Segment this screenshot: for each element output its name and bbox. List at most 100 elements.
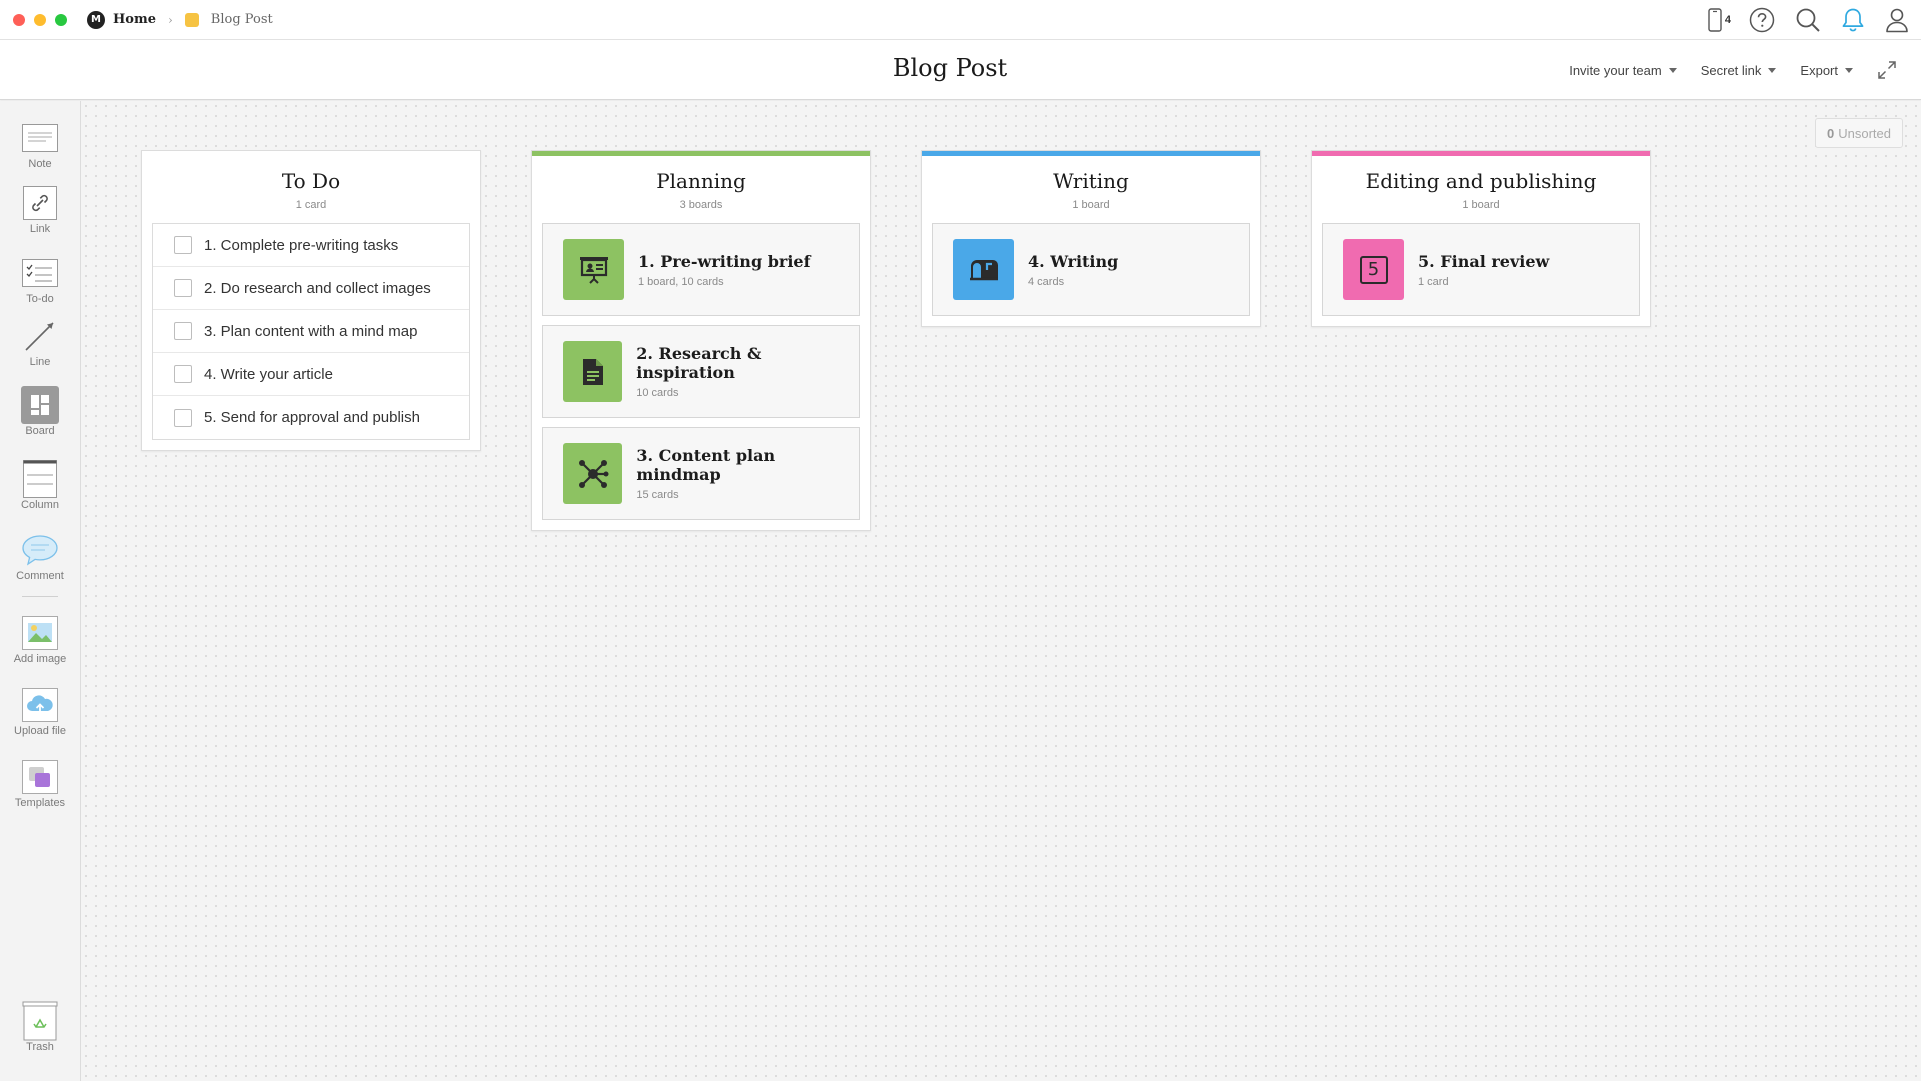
todo-checkbox[interactable] [174,236,192,254]
tool-upload-file[interactable]: Upload file [0,688,80,737]
board-card-title: 1. Pre-writing brief [638,251,811,271]
board-card-title: 2. Research & inspiration [636,344,762,382]
todo-item[interactable]: 2. Do research and collect images [153,267,469,310]
breadcrumb: M Home › Blog Post [87,10,273,29]
todo-item[interactable]: 3. Plan content with a mind map [153,310,469,353]
column-to-do[interactable]: To Do 1 card 1. Complete pre-writing tas… [141,150,481,451]
board-card-writing[interactable]: 4. Writing 4 cards [932,223,1250,316]
board-card-pre-writing-brief[interactable]: 1. Pre-writing brief 1 board, 10 cards [542,223,860,316]
expand-icon [1878,61,1896,79]
todo-text: 1. Complete pre-writing tasks [204,236,399,254]
tool-comment-label: Comment [16,570,64,582]
tool-line-label: Line [29,356,51,368]
note-icon [21,121,59,155]
todo-checkbox[interactable] [174,365,192,383]
number-five-icon: 5 [1343,239,1404,300]
tool-board[interactable]: Board [0,386,80,437]
milanote-logo-icon[interactable]: M [87,10,105,29]
comment-icon [21,533,59,567]
column-writing[interactable]: Writing 1 board 4. Writing 4 cards [921,150,1261,327]
todo-checkbox[interactable] [174,408,192,427]
chevron-right-icon: › [167,12,173,27]
maximize-window-button[interactable] [55,13,67,26]
title-bar: M Home › Blog Post 4 [0,0,1921,40]
unsorted-count: 0 [1827,125,1835,141]
caret-down-icon [1768,68,1777,73]
column-count: 3 boards [679,199,723,211]
column-editing-publishing[interactable]: Editing and publishing 1 board 5 5. Fina… [1311,150,1651,327]
mailbox-icon [953,239,1014,300]
tool-note[interactable]: Note [0,121,80,170]
todo-item[interactable]: 1. Complete pre-writing tasks [153,224,469,267]
column-title[interactable]: To Do [142,169,480,193]
column-title[interactable]: Writing [922,169,1260,193]
number-five-glyph: 5 [1359,255,1388,284]
caret-down-icon [1668,68,1677,73]
tool-line[interactable]: Line [0,319,80,368]
tool-templates[interactable]: Templates [0,760,80,809]
board-header: Blog Post Invite your team Secret link E… [0,40,1921,100]
column-title[interactable]: Editing and publishing [1312,169,1650,193]
export-dropdown[interactable]: Export [1800,63,1853,78]
tool-column[interactable]: Column [0,460,80,511]
tool-trash[interactable]: Trash [0,1001,80,1053]
invite-team-label: Invite your team [1569,62,1662,78]
board-card-title: 4. Writing [1028,251,1119,271]
todo-icon [21,256,59,290]
board-card-final-review[interactable]: 5 5. Final review 1 card [1322,223,1640,316]
board-card-meta: 1 card [1418,275,1449,288]
column-title[interactable]: Planning [532,169,870,193]
secret-link-dropdown[interactable]: Secret link [1701,63,1777,78]
image-icon [21,616,59,650]
board-card-meta: 4 cards [1028,275,1065,288]
search-icon [1796,8,1820,32]
mobile-app-button[interactable]: 4 [1708,0,1731,40]
left-toolbar: Note Link To-do Line Board Column Commen… [0,101,81,1081]
board-color-icon [184,12,199,27]
minimize-window-button[interactable] [34,13,46,26]
board-card-content-plan-mindmap[interactable]: 3. Content plan mindmap 15 cards [542,427,860,520]
board-card-title: 5. Final review [1418,251,1550,271]
board-icon [21,386,59,424]
tool-add-image-label: Add image [13,653,67,665]
tool-link[interactable]: Link [0,186,80,235]
tool-board-label: Board [25,425,55,437]
export-label: Export [1800,62,1838,78]
account-button[interactable] [1885,0,1909,40]
board-card-research-inspiration[interactable]: 2. Research & inspiration 10 cards [542,325,860,418]
column-planning[interactable]: Planning 3 boards 1. Pre-writing brief 1… [531,150,871,531]
fullscreen-button[interactable] [1877,60,1897,80]
column-count: 1 board [1072,199,1110,211]
board-card-meta: 1 board, 10 cards [638,275,724,288]
todo-checkbox[interactable] [174,322,192,340]
window-controls [13,13,67,26]
bell-icon [1842,8,1864,32]
board-card-meta: 15 cards [636,489,679,501]
trash-icon [21,1001,59,1041]
breadcrumb-current-board[interactable]: Blog Post [211,12,273,27]
user-icon [1886,8,1908,33]
tool-comment[interactable]: Comment [0,533,80,582]
tool-add-image[interactable]: Add image [0,616,80,665]
tool-column-label: Column [21,499,59,511]
toolbar-divider [22,596,58,597]
board-card-title: 3. Content plan mindmap [636,446,776,484]
board-canvas[interactable]: 0 Unsorted To Do 1 card 1. Complete pre-… [81,101,1921,1081]
phone-icon [1708,8,1722,32]
todo-item[interactable]: 4. Write your article [153,353,469,396]
column-icon [21,460,59,498]
tool-todo-label: To-do [26,293,54,305]
help-button[interactable] [1749,0,1775,40]
invite-team-dropdown[interactable]: Invite your team [1569,63,1677,78]
search-button[interactable] [1795,0,1821,40]
breadcrumb-home[interactable]: Home [113,12,156,27]
todo-item[interactable]: 5. Send for approval and publish [153,396,469,439]
phone-count-badge: 4 [1724,14,1731,26]
close-window-button[interactable] [13,13,25,26]
tool-todo[interactable]: To-do [0,256,80,305]
column-count: 1 card [295,199,327,211]
todo-checkbox[interactable] [174,279,192,297]
notifications-button[interactable] [1841,0,1865,40]
unsorted-button[interactable]: 0 Unsorted [1815,118,1903,148]
tool-link-label: Link [29,223,51,235]
